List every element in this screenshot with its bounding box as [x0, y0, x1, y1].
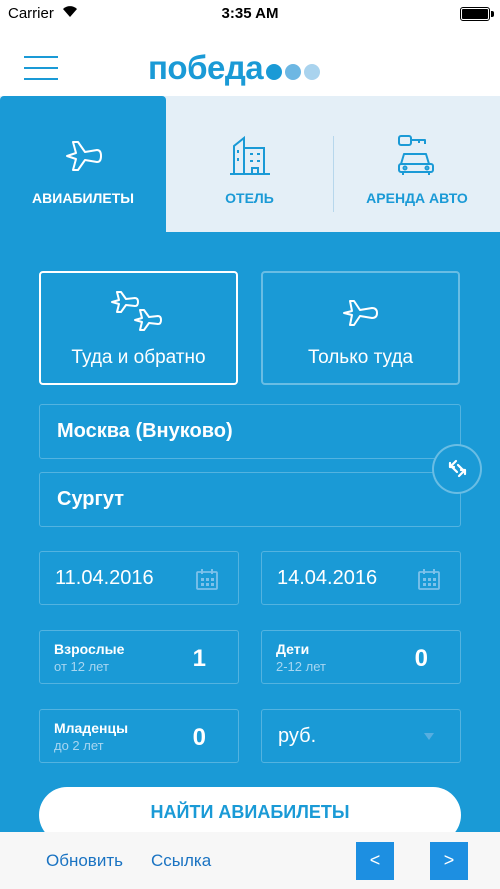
origin-city-value: Москва (Внуково) [57, 420, 233, 442]
tab-label: АРЕНДА АВТО [366, 190, 468, 206]
tab-label: АВИАБИЛЕТЫ [32, 190, 134, 206]
link-button[interactable]: Ссылка [151, 851, 211, 871]
plane-icon [342, 300, 378, 326]
trip-type-label: Туда и обратно [71, 347, 206, 368]
return-date-field[interactable]: 14.04.2016 [261, 551, 461, 605]
children-field[interactable]: Дети 2-12 лет 0 [261, 630, 461, 684]
tab-label: ОТЕЛЬ [225, 190, 274, 206]
back-button[interactable]: < [356, 842, 394, 880]
children-count: 0 [414, 645, 428, 672]
children-label: Дети [276, 641, 310, 657]
service-tabs: АВИАБИЛЕТЫ ОТЕЛЬ АРЕНДА АВТО [0, 96, 500, 232]
calendar-icon [418, 569, 440, 590]
adults-age-hint: от 12 лет [54, 659, 109, 674]
logo-text: победа [148, 49, 264, 86]
tab-flights[interactable]: АВИАБИЛЕТЫ [0, 96, 166, 232]
adults-count: 1 [192, 645, 206, 672]
clock: 3:35 AM [221, 5, 279, 22]
chevron-down-icon [424, 733, 434, 740]
destination-city-value: Сургут [57, 488, 125, 510]
currency-select[interactable]: руб. [261, 709, 461, 763]
one-way-option[interactable]: Только туда [261, 271, 460, 385]
logo-dots-icon [266, 64, 321, 80]
calendar-icon [196, 569, 218, 590]
adults-field[interactable]: Взрослые от 12 лет 1 [39, 630, 239, 684]
infants-label: Младенцы [54, 720, 129, 736]
forward-button[interactable]: > [430, 842, 468, 880]
departure-date-value: 11.04.2016 [55, 567, 154, 589]
battery-icon [460, 7, 494, 21]
hotel-icon [229, 135, 270, 175]
two-planes-icon [110, 291, 162, 331]
trip-type-label: Только туда [307, 347, 414, 368]
origin-city-field[interactable]: Москва (Внуково) [39, 404, 461, 459]
plane-icon [66, 141, 102, 171]
children-age-hint: 2-12 лет [276, 659, 326, 674]
menu-icon[interactable] [24, 56, 58, 80]
departure-date-field[interactable]: 11.04.2016 [39, 551, 239, 605]
destination-city-field[interactable]: Сургут [39, 472, 461, 527]
car-rental-icon [398, 135, 434, 175]
adults-label: Взрослые [54, 641, 125, 657]
swap-arrows-icon [448, 459, 467, 478]
refresh-link[interactable]: Обновить [46, 851, 123, 871]
flight-search-form: Туда и обратно Только туда Москва (Внуко… [0, 232, 500, 843]
currency-value: руб. [278, 725, 317, 747]
logo: победа [148, 48, 321, 88]
infants-count: 0 [192, 724, 206, 751]
infants-field[interactable]: Младенцы до 2 лет 0 [39, 709, 239, 763]
app-header: победа [0, 30, 500, 100]
infants-age-hint: до 2 лет [54, 738, 104, 753]
swap-cities-button[interactable] [432, 444, 482, 494]
tab-car-rental[interactable]: АРЕНДА АВТО [334, 96, 500, 232]
return-date-value: 14.04.2016 [277, 567, 378, 589]
bottom-toolbar: Обновить Ссылка < > [0, 832, 500, 889]
round-trip-option[interactable]: Туда и обратно [39, 271, 238, 385]
status-bar: Carrier 3:35 AM [0, 0, 500, 30]
tab-hotel[interactable]: ОТЕЛЬ [166, 96, 333, 232]
